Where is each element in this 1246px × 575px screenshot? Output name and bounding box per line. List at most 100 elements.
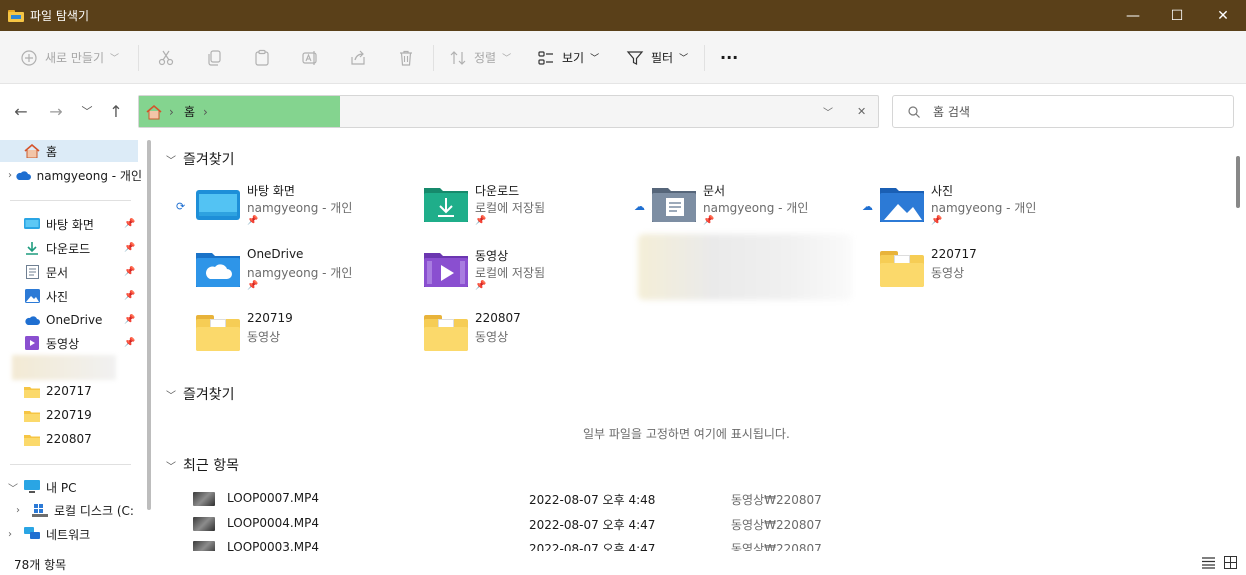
home-crumb-icon[interactable]: [145, 96, 163, 127]
title-bar: 파일 탐색기 — ☐ ✕: [0, 0, 1246, 31]
tile-folder-220807[interactable]: 220807 동영상: [424, 311, 624, 365]
sidebar-item-network[interactable]: › 네트워크: [0, 523, 142, 545]
item-count: 78개 항목: [14, 558, 67, 572]
clear-address-icon[interactable]: ✕: [857, 96, 866, 127]
address-dropdown-icon[interactable]: ﹀: [823, 96, 833, 127]
content-scrollbar[interactable]: [1236, 156, 1240, 208]
pin-icon[interactable]: 📌: [124, 243, 135, 253]
sidebar-item-folder-220719[interactable]: 220719: [0, 404, 140, 426]
breadcrumb-home[interactable]: 홈: [184, 96, 195, 127]
folder-icon: [880, 249, 924, 287]
downloads-folder-icon: [424, 184, 468, 222]
arrow-left-icon: ←: [14, 101, 28, 121]
search-icon: [908, 105, 920, 118]
chevron-right-icon: ›: [8, 528, 12, 540]
recent-header[interactable]: ﹀ 최근 항목: [166, 455, 239, 475]
folder-icon: [24, 384, 40, 398]
sidebar-scrollbar[interactable]: [147, 140, 151, 510]
pin-icon[interactable]: 📌: [124, 219, 135, 229]
tile-pictures[interactable]: 사진 namgyeong - 개인 📌: [880, 182, 1080, 236]
details-view-icon[interactable]: [1202, 557, 1215, 572]
breadcrumb-separator: ›: [203, 104, 208, 119]
recent-row[interactable]: LOOP0003.MP4 2022-08-07 오후 4:47 동영상₩2208…: [193, 537, 893, 551]
plus-circle-icon: [21, 49, 37, 66]
address-bar[interactable]: › 홈 › ﹀ ✕: [138, 95, 879, 128]
redacted-tile: [638, 234, 852, 300]
copy-button[interactable]: [205, 31, 223, 84]
sidebar-item-downloads[interactable]: 다운로드: [0, 237, 140, 259]
tile-folder-220719[interactable]: 220719 동영상: [196, 311, 396, 365]
sidebar-item-pictures[interactable]: 사진: [0, 285, 140, 307]
onedrive-cloud-icon: [24, 313, 40, 327]
search-placeholder[interactable]: 홈 검색: [933, 103, 970, 120]
folder-icon: [424, 313, 468, 351]
tiles-view-icon[interactable]: [1224, 556, 1237, 572]
desktop-icon: [24, 217, 40, 231]
chevron-down-icon: ﹀: [166, 461, 176, 473]
recent-row[interactable]: LOOP0004.MP4 2022-08-07 오후 4:47 동영상₩2208…: [193, 513, 893, 535]
pin-icon[interactable]: 📌: [124, 338, 135, 348]
sidebar-item-local-disk[interactable]: › 로컬 디스크 (C:: [0, 499, 142, 521]
desktop-folder-icon: [196, 184, 240, 222]
pin-icon[interactable]: 📌: [124, 267, 135, 277]
filter-funnel-icon: [626, 50, 644, 65]
sidebar-item-home[interactable]: 홈: [0, 140, 138, 162]
tile-desktop[interactable]: 바탕 화면 namgyeong - 개인 📌: [196, 182, 396, 236]
cloud-icon: [15, 168, 31, 182]
command-bar: 새로 만들기 ﹀ 정렬 ﹀ 보기 ﹀ 필터 ﹀ ···: [0, 31, 1246, 84]
more-options-button[interactable]: ···: [720, 31, 738, 84]
window-title: 파일 탐색기: [30, 9, 90, 23]
favorites-header[interactable]: ﹀ 즐겨찾기: [166, 384, 235, 404]
minimize-button[interactable]: —: [1110, 0, 1156, 31]
search-box[interactable]: 홈 검색: [892, 95, 1234, 128]
view-button[interactable]: 보기 ﹀: [537, 31, 599, 84]
sidebar-item-onedrive[interactable]: OneDrive: [0, 309, 140, 331]
folder-icon: [24, 432, 40, 446]
breadcrumb-separator: ›: [169, 104, 174, 119]
chevron-right-icon: ›: [16, 504, 20, 516]
scissors-icon: [158, 50, 174, 65]
share-button[interactable]: [349, 31, 367, 84]
tile-folder-220717[interactable]: 220717 동영상: [880, 247, 1080, 301]
arrow-right-icon: →: [49, 101, 63, 121]
sidebar-item-videos[interactable]: 동영상: [0, 332, 140, 354]
tile-documents[interactable]: 문서 namgyeong - 개인 📌: [652, 182, 852, 236]
back-button[interactable]: ←: [9, 99, 33, 123]
videos-folder-icon: [424, 249, 468, 287]
pin-icon[interactable]: 📌: [124, 315, 135, 325]
rename-button[interactable]: [301, 31, 319, 84]
documents-folder-icon: [652, 184, 696, 222]
filter-button[interactable]: 필터 ﹀: [626, 31, 688, 84]
recent-row[interactable]: LOOP0007.MP4 2022-08-07 오후 4:48 동영상₩2208…: [193, 488, 893, 510]
pin-icon[interactable]: 📌: [124, 291, 135, 301]
pictures-icon: [24, 289, 40, 303]
maximize-button[interactable]: ☐: [1154, 0, 1200, 31]
tile-downloads[interactable]: 다운로드 로컬에 저장됨 📌: [424, 182, 624, 236]
drive-icon: [32, 503, 48, 517]
clipboard-icon: [255, 49, 269, 66]
sidebar-item-onedrive-personal[interactable]: › namgyeong - 개인: [0, 164, 142, 186]
sidebar-item-folder-220717[interactable]: 220717: [0, 380, 140, 402]
file-explorer-icon: [8, 9, 24, 22]
tile-onedrive[interactable]: OneDrive namgyeong - 개인 📌: [196, 247, 396, 301]
close-button[interactable]: ✕: [1200, 0, 1246, 31]
sidebar-item-desktop[interactable]: 바탕 화면: [0, 213, 140, 235]
quick-access-header[interactable]: ﹀ 즐겨찾기: [166, 149, 235, 169]
forward-button[interactable]: →: [44, 99, 68, 123]
sidebar-item-this-pc[interactable]: ﹀ 내 PC: [0, 476, 142, 498]
tile-videos[interactable]: 동영상 로컬에 저장됨 📌: [424, 247, 624, 301]
video-thumbnail: [193, 492, 215, 506]
computer-icon: [24, 480, 40, 494]
new-button[interactable]: 새로 만들기 ﹀: [20, 31, 119, 84]
recent-locations-button[interactable]: ﹀: [75, 99, 99, 123]
chevron-down-icon: ﹀: [81, 105, 93, 118]
cut-button[interactable]: [157, 31, 175, 84]
up-button[interactable]: ↑: [104, 99, 128, 123]
paste-button[interactable]: [253, 31, 271, 84]
delete-button[interactable]: [397, 31, 415, 84]
sidebar-item-folder-220807[interactable]: 220807: [0, 428, 140, 450]
sort-button[interactable]: 정렬 ﹀: [449, 31, 511, 84]
trash-icon: [400, 50, 412, 66]
chevron-down-icon: ﹀: [166, 155, 176, 167]
sidebar-item-documents[interactable]: 문서: [0, 261, 140, 283]
